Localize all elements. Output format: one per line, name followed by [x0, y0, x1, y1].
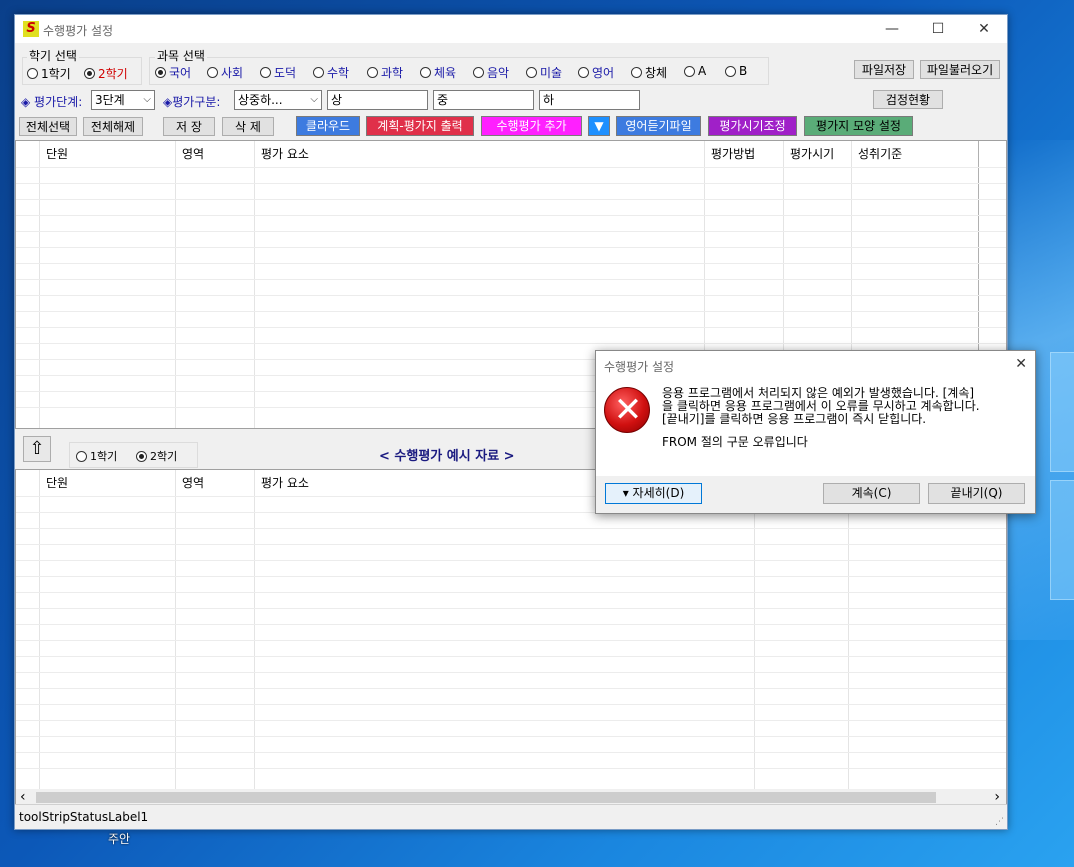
column-header[interactable]: 성취기준	[852, 141, 902, 167]
mid-input[interactable]: 중	[433, 90, 534, 110]
scroll-right-icon[interactable]: ›	[994, 789, 1000, 805]
subject-radio-science[interactable]: 과학	[367, 64, 403, 81]
cloud-button[interactable]: 클라우드	[296, 116, 360, 136]
bottom-grid[interactable]: 단원 영역 평가 요소 ‹ ›	[15, 469, 1007, 807]
column-header[interactable]: 영역	[176, 141, 204, 167]
subject-radio-social[interactable]: 사회	[207, 64, 243, 81]
example-semester-radio-2[interactable]: 2학기	[136, 448, 177, 465]
delete-button[interactable]: 삭 제	[222, 117, 274, 136]
scroll-left-icon[interactable]: ‹	[20, 789, 26, 805]
column-header[interactable]: 단원	[40, 470, 68, 496]
subject-radio-ethics[interactable]: 도덕	[260, 64, 296, 81]
dialog-title-bar: 수행평가 설정 ✕	[596, 351, 1035, 379]
subject-radio-music[interactable]: 음악	[473, 64, 509, 81]
title-bar: S 수행평가 설정 — ☐ ✕	[15, 15, 1007, 43]
subject-radio-english[interactable]: 영어	[578, 64, 614, 81]
semester-radio-2[interactable]: 2학기	[84, 65, 128, 82]
column-header[interactable]: 평가방법	[705, 141, 755, 167]
scrollbar-thumb[interactable]	[36, 792, 936, 803]
subject-radio-pe[interactable]: 체육	[420, 64, 456, 81]
example-semester-radio-1[interactable]: 1학기	[76, 448, 117, 465]
subject-radio-creative[interactable]: 창체	[631, 64, 667, 81]
eval-level-select[interactable]: 3단계 ⌵	[91, 90, 155, 110]
chevron-down-icon: ⌵	[310, 94, 318, 105]
error-icon: ✕	[604, 387, 650, 433]
eval-level-label: ◈ 평가단계:	[21, 95, 83, 109]
low-input[interactable]: 하	[539, 90, 640, 110]
dialog-body: ✕ 응용 프로그램에서 처리되지 않은 예외가 발생했습니다. [계속] 을 클…	[596, 379, 1035, 476]
subject-group-label: 과목 선택	[155, 47, 207, 64]
close-button[interactable]: ✕	[961, 15, 1007, 43]
dropdown-arrow-icon[interactable]: ▼	[588, 116, 610, 136]
dialog-message-line: [끝내기]를 클릭하면 응용 프로그램이 즉시 닫힙니다.	[662, 412, 927, 426]
high-input[interactable]: 상	[327, 90, 428, 110]
desktop-window-pane	[1050, 480, 1074, 600]
semester-group-label: 학기 선택	[27, 47, 79, 64]
add-eval-button[interactable]: 수행평가 추가	[481, 116, 582, 136]
subject-radio-a[interactable]: A	[684, 64, 706, 80]
subject-radio-math[interactable]: 수학	[313, 64, 349, 81]
maximize-button[interactable]: ☐	[915, 15, 961, 43]
subject-radio-korean[interactable]: 국어	[155, 64, 191, 81]
error-dialog: 수행평가 설정 ✕ ✕ 응용 프로그램에서 처리되지 않은 예외가 발생했습니다…	[595, 350, 1036, 514]
eval-type-select[interactable]: 상중하... ⌵	[234, 90, 322, 110]
dialog-detail-message: FROM 절의 구문 오류입니다	[662, 435, 808, 449]
eval-type-label: ◈평가구분:	[163, 95, 221, 109]
chevron-down-icon: ⌵	[143, 94, 151, 105]
column-header[interactable]: 평가시기	[784, 141, 834, 167]
shape-setting-button[interactable]: 평가지 모양 설정	[804, 116, 913, 136]
app-logo-icon: S	[23, 21, 39, 37]
dialog-close-button[interactable]: ✕	[1015, 356, 1027, 372]
minimize-button[interactable]: —	[869, 15, 915, 43]
example-title: < 수행평가 예시 자료 >	[379, 449, 515, 464]
column-header[interactable]: 평가 요소	[255, 141, 309, 167]
resize-grip-icon[interactable]: ⋰	[995, 817, 1004, 827]
desktop-window-pane	[1050, 352, 1074, 472]
check-status-button[interactable]: 검정현황	[873, 90, 943, 109]
select-all-button[interactable]: 전체선택	[19, 117, 77, 136]
semester-radio-1[interactable]: 1학기	[27, 65, 71, 82]
dialog-title: 수행평가 설정	[604, 360, 675, 374]
deselect-all-button[interactable]: 전체해제	[83, 117, 143, 136]
save-button[interactable]: 저 장	[163, 117, 215, 136]
english-file-button[interactable]: 영어듣기파일	[616, 116, 701, 136]
subject-radio-art[interactable]: 미술	[526, 64, 562, 81]
window-title: 수행평가 설정	[43, 24, 114, 38]
file-save-button[interactable]: 파일저장	[854, 60, 914, 79]
desktop-icon-label[interactable]: 주안	[108, 830, 130, 847]
column-header[interactable]: 평가 요소	[255, 470, 309, 496]
up-arrow-icon[interactable]: ⇧	[23, 436, 51, 462]
time-adjust-button[interactable]: 평가시기조정	[708, 116, 797, 136]
quit-button[interactable]: 끝내기(Q)	[928, 483, 1025, 504]
file-load-button[interactable]: 파일불러오기	[920, 60, 1000, 79]
status-bar: toolStripStatusLabel1 ⋰	[15, 804, 1007, 829]
continue-button[interactable]: 계속(C)	[823, 483, 920, 504]
subject-radio-b[interactable]: B	[725, 64, 747, 80]
plan-print-button[interactable]: 계획-평가지 출력	[366, 116, 474, 136]
column-header[interactable]: 영역	[176, 470, 204, 496]
details-button[interactable]: ▾ 자세히(D)	[605, 483, 702, 504]
status-label: toolStripStatusLabel1	[19, 810, 149, 824]
column-header[interactable]: 단원	[40, 141, 68, 167]
